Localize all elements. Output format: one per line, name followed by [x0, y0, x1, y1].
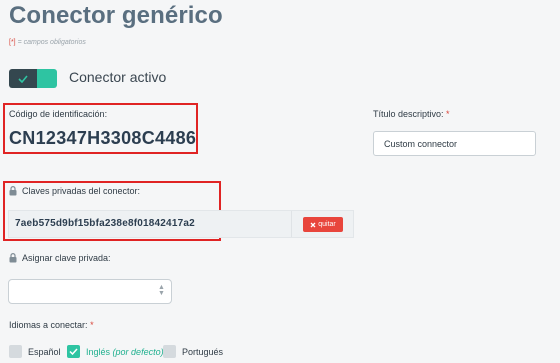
lang-default-note: (por defecto) [112, 347, 164, 357]
identification-label: Código de identificación: [9, 109, 108, 119]
lang-label-english: Inglés (por defecto) [86, 347, 164, 357]
toggle-label: Conector activo [69, 69, 167, 85]
select-arrows-icon: ▲ ▼ [158, 284, 165, 297]
key-row-divider [291, 211, 292, 237]
lang-label-english-text: Inglés [86, 347, 111, 357]
page-title: Conector genérico [9, 2, 223, 29]
lang-label-spanish: Español [28, 347, 61, 357]
lang-label-portuguese: Portugués [182, 347, 224, 357]
languages-label: Idiomas a conectar: * [9, 320, 94, 330]
assign-key-label: Asignar clave privada: [22, 253, 111, 263]
required-fields-note: [*] = campos obligatorios [9, 39, 86, 46]
languages-label-text: Idiomas a conectar: [9, 320, 88, 330]
required-star: * [90, 320, 94, 330]
assign-key-heading: Asignar clave privada: [9, 253, 111, 263]
descriptive-title-label: Título descriptivo: * [373, 109, 450, 119]
lang-checkbox-portuguese[interactable] [163, 345, 176, 358]
remove-key-label: quitar [318, 221, 336, 228]
close-icon [310, 222, 316, 227]
identification-value: CN12347H3308C4486 [9, 128, 197, 148]
remove-key-button[interactable]: quitar [303, 217, 343, 232]
private-key-value: 7aeb575d9bf15bfa238e8f01842417a2 [15, 218, 195, 229]
check-icon [18, 74, 28, 83]
descriptive-title-label-text: Título descriptivo: [373, 109, 444, 119]
required-note-text: = campos obligatorios [15, 39, 86, 46]
lang-checkbox-english[interactable] [67, 345, 80, 358]
required-star: * [446, 109, 450, 119]
assign-key-select[interactable] [8, 279, 172, 304]
lang-checkbox-spanish[interactable] [9, 345, 22, 358]
toggle-track [37, 69, 57, 88]
check-icon [69, 348, 78, 355]
private-keys-heading: Claves privadas del conector: [9, 186, 140, 196]
toggle-knob [9, 69, 37, 88]
descriptive-title-input[interactable] [373, 131, 536, 156]
lock-icon [9, 186, 17, 196]
required-mark: [*] [9, 39, 16, 46]
lock-icon [9, 253, 17, 263]
private-keys-label: Claves privadas del conector: [22, 186, 141, 196]
active-toggle[interactable] [9, 69, 57, 88]
